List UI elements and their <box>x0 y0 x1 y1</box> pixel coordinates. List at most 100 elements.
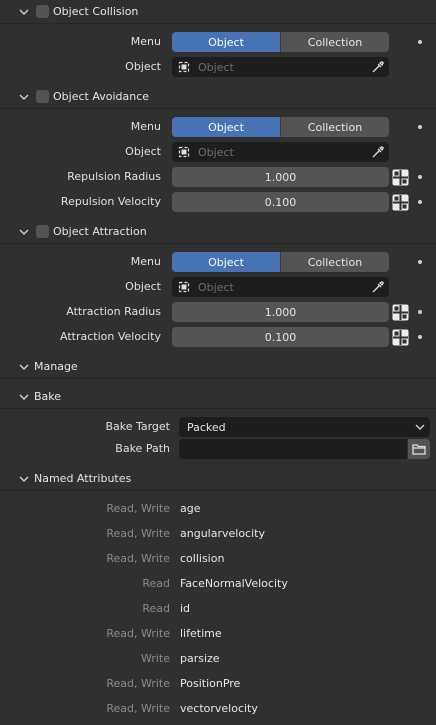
panel-header-object-collision[interactable]: Object Collision <box>0 0 436 24</box>
attribute-permission: Read, Write <box>106 702 170 715</box>
list-item: Read, Write collision <box>0 549 436 569</box>
menu-option-collection[interactable]: Collection <box>280 32 389 52</box>
object-placeholder: Object <box>198 280 234 294</box>
grid-icon[interactable] <box>391 192 410 212</box>
keyframe-dot-icon[interactable] <box>418 200 422 204</box>
keyframe-dot-icon[interactable] <box>418 175 422 179</box>
attribute-name: FaceNormalVelocity <box>180 577 288 590</box>
keyframe-dot-icon[interactable] <box>418 310 422 314</box>
list-item: Read, Write vectorvelocity <box>0 699 436 719</box>
attraction-velocity-field[interactable]: 0.100 <box>172 327 389 347</box>
list-item: Read, Write PositionPre <box>0 674 436 694</box>
attribute-name: vectorvelocity <box>180 702 258 715</box>
chevron-down-icon <box>18 391 30 403</box>
list-item: Read FaceNormalVelocity <box>0 574 436 594</box>
bake-path-row: Bake Path <box>0 439 436 459</box>
keyframe-dot-icon[interactable] <box>418 335 422 339</box>
grid-icon[interactable] <box>391 302 410 322</box>
eyedropper-icon[interactable] <box>371 60 385 74</box>
menu-option-object[interactable]: Object <box>172 32 280 52</box>
enable-checkbox[interactable] <box>36 225 49 238</box>
bake-path-input[interactable] <box>179 439 407 459</box>
panel-title: Object Avoidance <box>53 90 150 103</box>
repulsion-velocity-field[interactable]: 0.100 <box>172 192 389 212</box>
attribute-permission: Read, Write <box>106 552 170 565</box>
chevron-down-icon <box>18 473 30 485</box>
attribute-permission: Read <box>142 602 170 615</box>
attribute-permission: Read, Write <box>106 502 170 515</box>
attribute-permission: Read, Write <box>106 527 170 540</box>
attribute-name: angularvelocity <box>180 527 265 540</box>
bake-path-label: Bake Path <box>115 442 170 455</box>
menu-option-object[interactable]: Object <box>172 117 280 137</box>
list-item: Read, Write lifetime <box>0 624 436 644</box>
chevron-down-icon <box>18 361 30 373</box>
panel-header-manage[interactable]: Manage <box>0 355 436 379</box>
menu-label: Menu <box>130 255 161 268</box>
eyedropper-icon[interactable] <box>371 280 385 294</box>
object-icon <box>178 61 190 73</box>
keyframe-dot-icon[interactable] <box>418 260 422 264</box>
attraction-velocity-row: Attraction Velocity 0.100 <box>0 327 436 347</box>
panel-title: Bake <box>34 390 62 403</box>
keyframe-dot-icon[interactable] <box>418 125 422 129</box>
menu-option-object[interactable]: Object <box>172 252 280 272</box>
attribute-name: parsize <box>180 652 220 665</box>
panel-title: Object Attraction <box>53 225 147 238</box>
object-placeholder: Object <box>198 60 234 74</box>
object-field[interactable]: Object <box>172 277 389 297</box>
menu-row: Menu Object Collection <box>0 117 436 137</box>
attribute-name: collision <box>180 552 225 565</box>
object-row: Object Object <box>0 277 436 297</box>
panel-title: Manage <box>34 360 78 373</box>
panel-header-object-avoidance[interactable]: Object Avoidance <box>0 85 436 109</box>
attribute-permission: Write <box>140 652 170 665</box>
object-field[interactable]: Object <box>172 57 389 77</box>
attraction-radius-label: Attraction Radius <box>66 305 161 318</box>
chevron-down-icon <box>18 6 30 18</box>
list-item: Read, Write age <box>0 499 436 519</box>
folder-icon[interactable] <box>408 439 430 459</box>
object-row: Object Object <box>0 57 436 77</box>
chevron-down-icon <box>415 424 425 430</box>
attraction-radius-row: Attraction Radius 1.000 <box>0 302 436 322</box>
menu-segmented-control: Object Collection <box>172 252 389 272</box>
attribute-permission: Read, Write <box>106 677 170 690</box>
grid-icon[interactable] <box>391 167 410 187</box>
panel-header-named-attributes[interactable]: Named Attributes <box>0 467 436 491</box>
menu-row: Menu Object Collection <box>0 252 436 272</box>
menu-option-collection[interactable]: Collection <box>280 117 389 137</box>
bake-target-select[interactable]: Packed <box>179 417 430 437</box>
attribute-permission: Read, Write <box>106 627 170 640</box>
grid-icon[interactable] <box>391 327 410 347</box>
object-icon <box>178 281 190 293</box>
menu-label: Menu <box>130 120 161 133</box>
repulsion-radius-field[interactable]: 1.000 <box>172 167 389 187</box>
object-label: Object <box>125 60 161 73</box>
attraction-radius-field[interactable]: 1.000 <box>172 302 389 322</box>
menu-segmented-control: Object Collection <box>172 117 389 137</box>
chevron-down-icon <box>18 226 30 238</box>
enable-checkbox[interactable] <box>36 5 49 18</box>
object-row: Object Object <box>0 142 436 162</box>
keyframe-dot-icon[interactable] <box>418 40 422 44</box>
object-label: Object <box>125 145 161 158</box>
list-item: Read id <box>0 599 436 619</box>
panel-header-object-attraction[interactable]: Object Attraction <box>0 220 436 244</box>
object-field[interactable]: Object <box>172 142 389 162</box>
object-icon <box>178 146 190 158</box>
object-label: Object <box>125 280 161 293</box>
repulsion-velocity-row: Repulsion Velocity 0.100 <box>0 192 436 212</box>
bake-target-label: Bake Target <box>105 420 170 433</box>
repulsion-radius-row: Repulsion Radius 1.000 <box>0 167 436 187</box>
attribute-name: PositionPre <box>180 677 241 690</box>
panel-title: Object Collision <box>53 5 139 18</box>
enable-checkbox[interactable] <box>36 90 49 103</box>
repulsion-radius-label: Repulsion Radius <box>67 170 161 183</box>
bake-target-value: Packed <box>187 420 226 434</box>
list-item: Read, Write angularvelocity <box>0 524 436 544</box>
eyedropper-icon[interactable] <box>371 145 385 159</box>
menu-option-collection[interactable]: Collection <box>280 252 389 272</box>
panel-header-bake[interactable]: Bake <box>0 385 436 409</box>
menu-label: Menu <box>130 35 161 48</box>
